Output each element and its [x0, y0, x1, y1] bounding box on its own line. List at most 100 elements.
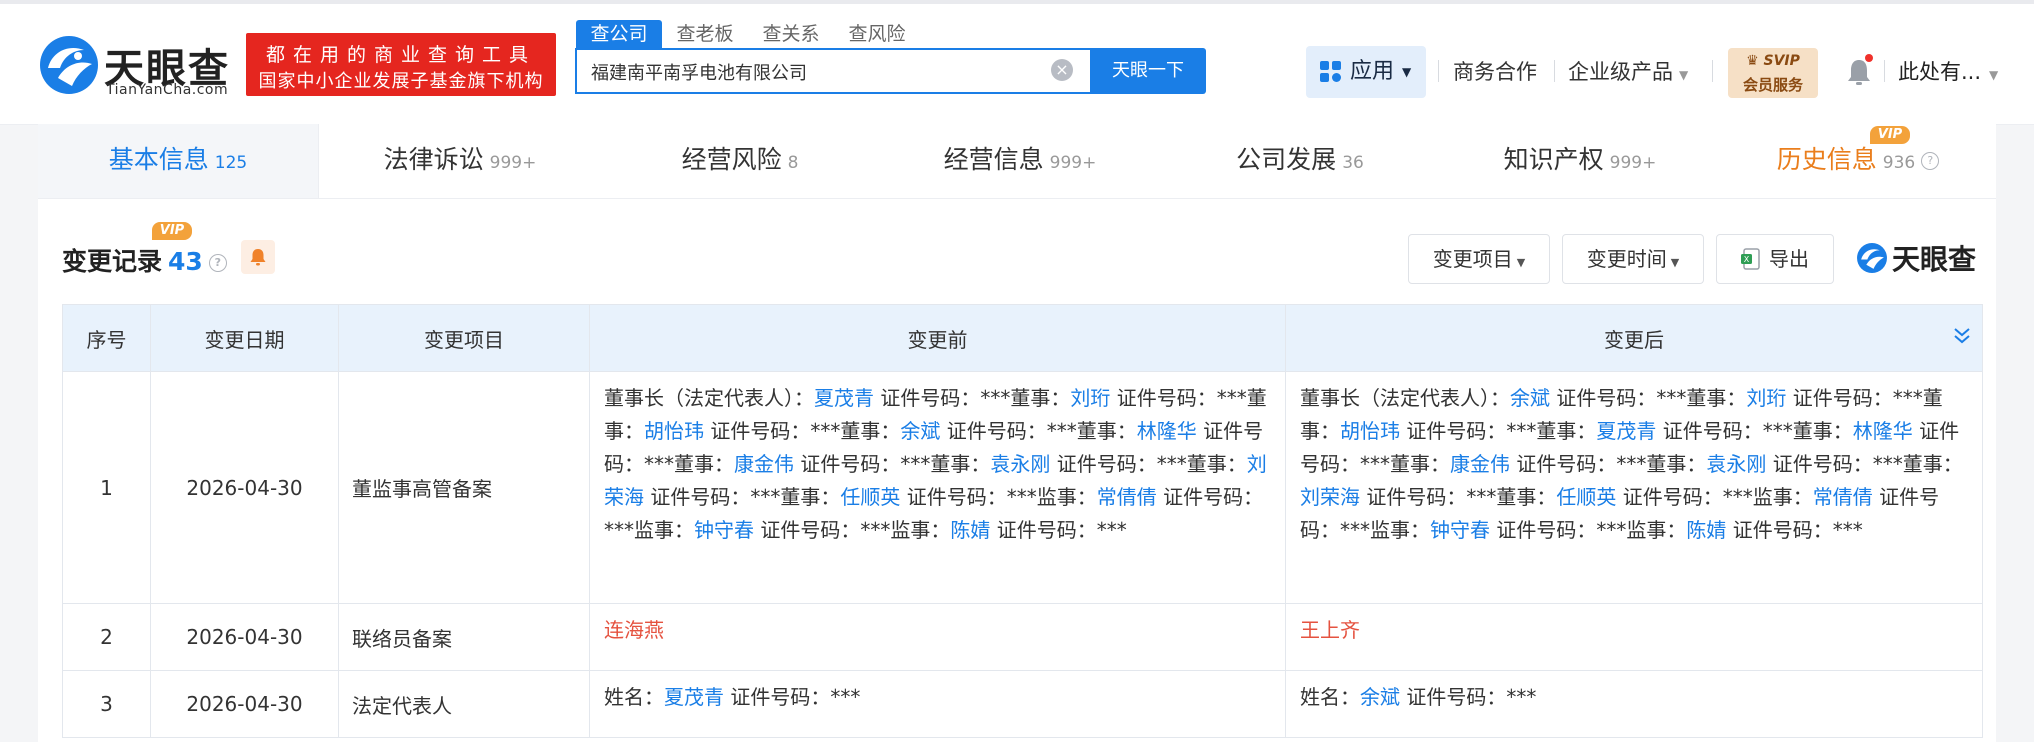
chevron-down-icon: ▼: [1516, 256, 1526, 269]
tab-ip[interactable]: 知识产权 999+: [1440, 124, 1720, 198]
col-header-date: 变更日期: [150, 304, 339, 372]
cell-no: 2: [62, 603, 151, 671]
section-title-label: 变更记录: [62, 247, 163, 276]
person-link[interactable]: 袁永刚: [990, 452, 1050, 476]
person-link[interactable]: 钟守春: [694, 518, 754, 542]
tab-history[interactable]: 历史信息 936?: [1720, 124, 1996, 198]
person-link[interactable]: 夏茂青: [664, 685, 724, 709]
search-button[interactable]: 天眼一下: [1090, 48, 1206, 94]
divider: [1712, 60, 1713, 82]
person-link[interactable]: 常倩倩: [1097, 485, 1157, 509]
cell-text: 证件号码：***董事：: [1050, 452, 1247, 476]
export-button[interactable]: X 导出: [1716, 234, 1834, 284]
person-link[interactable]: 夏茂青: [1596, 419, 1656, 443]
person-link[interactable]: 余斌: [1510, 386, 1550, 410]
cell-text: 董事长（法定代表人）：: [1300, 386, 1510, 410]
person-link[interactable]: 刘荣海: [1300, 485, 1360, 509]
subscribe-button[interactable]: [241, 240, 275, 274]
col-header-no: 序号: [62, 304, 151, 372]
tab-search-company[interactable]: 查公司: [576, 20, 662, 48]
svip-button[interactable]: ♛ SVIP 会员服务: [1728, 48, 1818, 98]
person-link[interactable]: 余斌: [1360, 685, 1400, 709]
tab-label: 公司发展: [1236, 145, 1337, 174]
tab-development[interactable]: 公司发展 36: [1160, 124, 1440, 198]
svip-service-label: 会员服务: [1742, 76, 1803, 94]
person-link[interactable]: 林隆华: [1137, 419, 1197, 443]
person-link[interactable]: 余斌: [900, 419, 940, 443]
tab-search-risk[interactable]: 查风险: [844, 20, 910, 48]
cell-text: 姓名：: [1300, 685, 1360, 709]
cell-text: 证件号码：***监事：: [754, 518, 951, 542]
search-input[interactable]: [589, 50, 1033, 94]
table-row: 3 2026-04-30 法定代表人 姓名：夏茂青 证件号码：*** 姓名：余斌…: [62, 670, 1983, 738]
cell-no: 3: [62, 670, 151, 738]
person-link[interactable]: 常倩倩: [1813, 485, 1873, 509]
vip-tag: VIP: [152, 222, 192, 240]
tianyancha-logo-icon: [1857, 243, 1887, 273]
filter-change-time[interactable]: 变更时间 ▼: [1562, 234, 1704, 284]
chevron-down-icon: ▼: [1679, 68, 1689, 82]
cell-text: 证件号码：***监事：: [900, 485, 1097, 509]
expand-icon[interactable]: [1952, 325, 1972, 347]
cell-no: 1: [62, 371, 151, 604]
person-link[interactable]: 任顺英: [1556, 485, 1616, 509]
cell-text: 证件号码：***董事：: [1400, 419, 1597, 443]
tab-search-relation[interactable]: 查关系: [758, 20, 824, 48]
tab-count: 999+: [1049, 153, 1097, 173]
nav-business[interactable]: 商务合作: [1453, 56, 1537, 86]
export-label: 导出: [1769, 247, 1809, 271]
vip-tag: VIP: [1870, 126, 1910, 144]
help-icon[interactable]: ?: [1921, 152, 1940, 170]
cell-text: 证件号码：***董事：: [1766, 452, 1963, 476]
person-link[interactable]: 钟守春: [1430, 518, 1490, 542]
person-link[interactable]: 康金伟: [1450, 452, 1510, 476]
person-link[interactable]: 夏茂青: [814, 386, 874, 410]
cell-text: 证件号码：***董事：: [1656, 419, 1853, 443]
brand-logo[interactable]: 天眼查 TianYanCha.com: [38, 34, 234, 100]
cell-before: 姓名：夏茂青 证件号码：***: [589, 670, 1286, 738]
person-link[interactable]: 袁永刚: [1706, 452, 1766, 476]
person-link[interactable]: 陈婧: [1686, 518, 1726, 542]
promo-badge[interactable]: 都在用的商业查询工具 国家中小企业发展子基金旗下机构: [246, 33, 556, 96]
person-link[interactable]: 刘珩: [1746, 386, 1786, 410]
person-link[interactable]: 刘珩: [1070, 386, 1110, 410]
tab-label: 知识产权: [1503, 145, 1604, 174]
tab-label: 基本信息: [108, 145, 209, 174]
tab-count: 36: [1342, 153, 1364, 173]
cell-item: 董监事高管备案: [338, 371, 590, 604]
help-icon[interactable]: ?: [208, 254, 227, 272]
change-records-table: 序号 变更日期 变更项目 变更前 变更后 1 2026-04-30 董监事高管备…: [62, 304, 1983, 738]
clear-icon[interactable]: ×: [1051, 59, 1073, 81]
cell-date: 2026-04-30: [150, 371, 339, 604]
col-header-item: 变更项目: [338, 304, 590, 372]
tab-operation-risk[interactable]: 经营风险 8: [600, 124, 880, 198]
cell-before: 董事长（法定代表人）：夏茂青 证件号码：***董事： 刘珩 证件号码：***董事：…: [589, 371, 1286, 604]
person-link[interactable]: 任顺英: [840, 485, 900, 509]
apps-button[interactable]: 应用 ▼: [1306, 46, 1426, 98]
person-link[interactable]: 陈婧: [950, 518, 990, 542]
main-card: 基本信息 125 法律诉讼 999+ 经营风险 8 经营信息 999+ 公司发展 36 知…: [38, 124, 1996, 742]
col-header-before: 变更前: [589, 304, 1286, 372]
person-link[interactable]: 胡怡玮: [644, 419, 704, 443]
tab-label: 法律诉讼: [383, 145, 484, 174]
person-link[interactable]: 胡怡玮: [1340, 419, 1400, 443]
cell-text: 证件号码：***: [724, 685, 861, 709]
tab-operation-info[interactable]: 经营信息 999+: [880, 124, 1160, 198]
nav-enterprise[interactable]: 企业级产品 ▼: [1568, 56, 1688, 86]
person-link[interactable]: 康金伟: [734, 452, 794, 476]
person-link[interactable]: 林隆华: [1853, 419, 1913, 443]
cell-text: 董事长（法定代表人）：: [604, 386, 814, 410]
cell-text: 证件号码：***董事：: [704, 419, 901, 443]
tab-basic-info[interactable]: 基本信息 125: [38, 124, 319, 198]
header: 天眼查 TianYanCha.com 都在用的商业查询工具 国家中小企业发展子基…: [0, 4, 2034, 125]
user-menu[interactable]: 此处有... ▼: [1898, 56, 1998, 86]
tab-search-boss[interactable]: 查老板: [672, 20, 738, 48]
cell-text: 证件号码：***董事：: [1550, 386, 1747, 410]
notification-bell-icon[interactable]: [1847, 54, 1873, 86]
filter-change-item[interactable]: 变更项目 ▼: [1408, 234, 1550, 284]
crown-icon: ♛: [1746, 53, 1759, 69]
main-tabs: 基本信息 125 法律诉讼 999+ 经营风险 8 经营信息 999+ 公司发展 36 知…: [38, 124, 1996, 199]
cell-text: 证件号码：***董事：: [644, 485, 841, 509]
cell-text: 证件号码：***: [1726, 518, 1863, 542]
tab-legal[interactable]: 法律诉讼 999+: [320, 124, 600, 198]
